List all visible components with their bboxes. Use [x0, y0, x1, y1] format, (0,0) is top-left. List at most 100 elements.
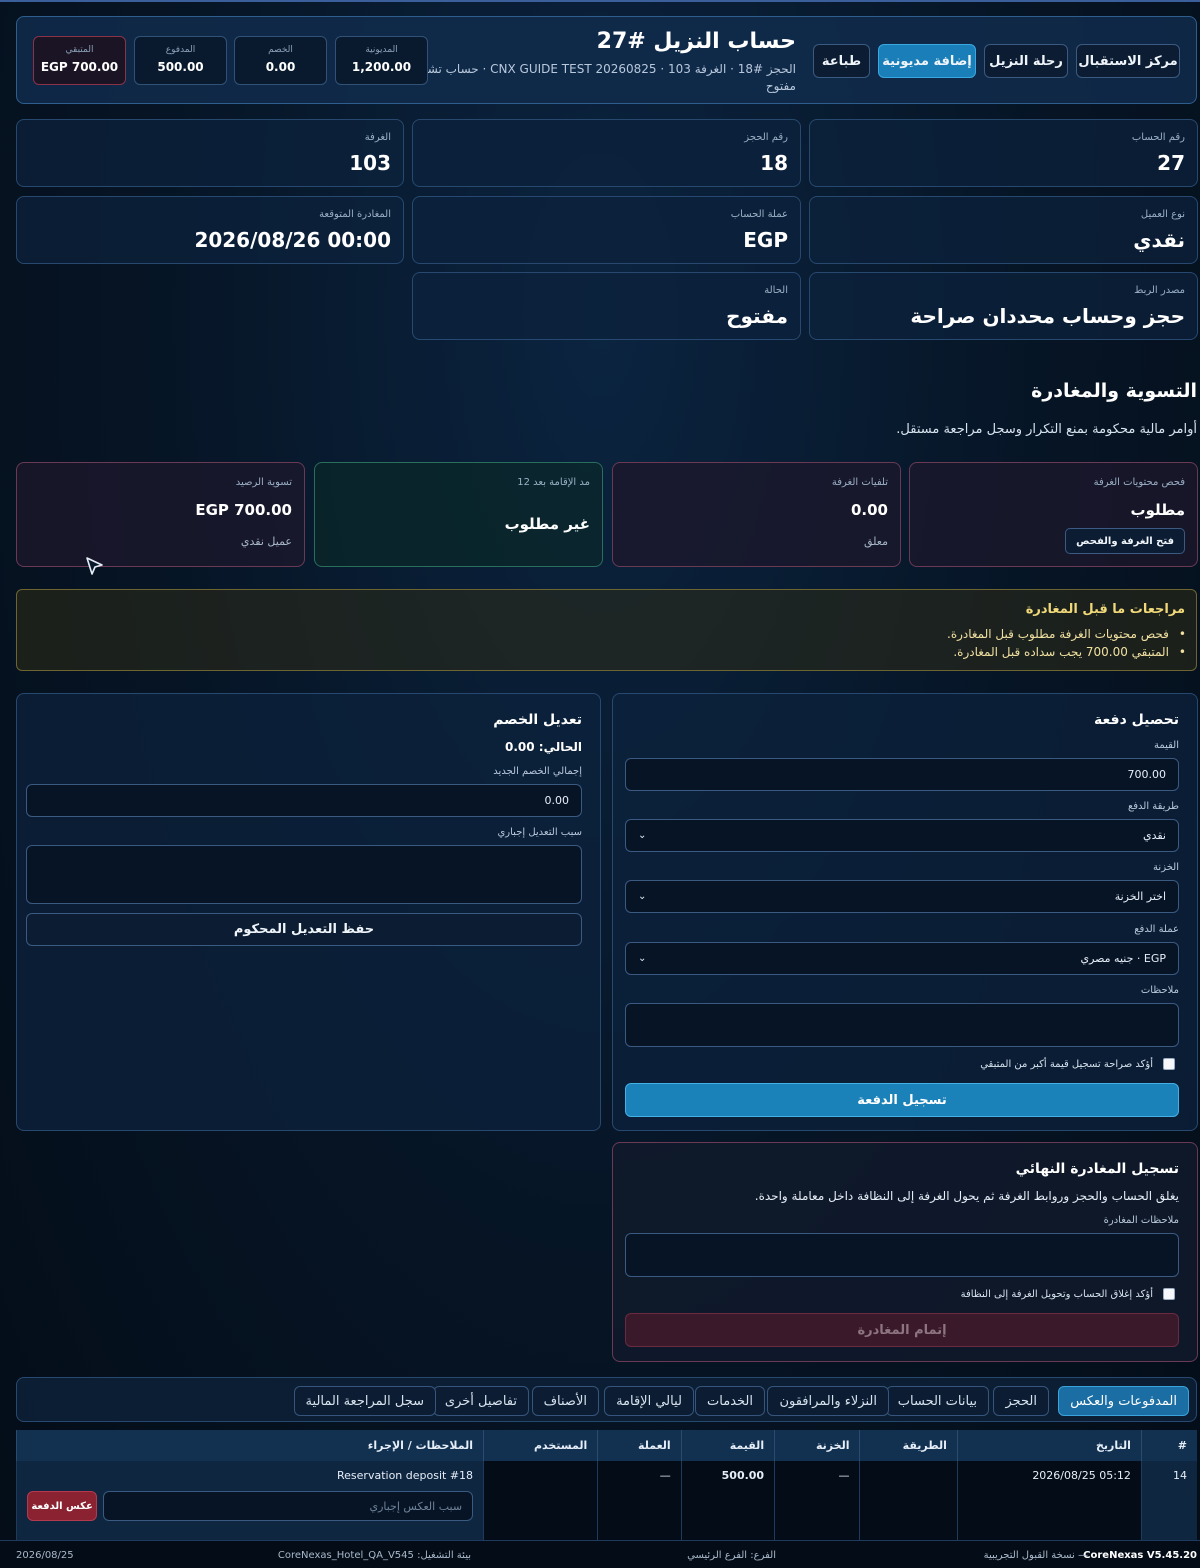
info-reservation-number: رقم الحجز 18 — [412, 119, 801, 187]
info-value: 103 — [349, 151, 391, 175]
overpay-confirm-checkbox[interactable]: أؤكد صراحة تسجيل قيمة أكبر من المتبقي — [980, 1058, 1175, 1070]
pre-departure-warnings: مراجعات ما قبل المغادرة فحص محتويات الغر… — [16, 589, 1197, 671]
mouse-cursor-icon — [86, 557, 103, 575]
tab-reservation[interactable]: الحجز — [993, 1386, 1049, 1416]
tab-account-data[interactable]: بيانات الحساب — [885, 1386, 989, 1416]
footer-branch: الفرع: الفرع الرئيسي — [687, 1550, 776, 1561]
card-value: 0.00 — [850, 501, 888, 519]
reception-center-button[interactable]: مركز الاستقبال — [1076, 44, 1180, 78]
discount-title: تعديل الخصم — [493, 712, 582, 728]
info-value: حجز وحساب محددان صراحة — [910, 304, 1185, 328]
info-value: 27 — [1157, 151, 1185, 175]
info-label: رقم الحجز — [744, 132, 788, 143]
safe-label: الخزنة — [1153, 862, 1179, 873]
warnings-list: فحص محتويات الغرفة مطلوب قبل المغادرة. ا… — [947, 627, 1186, 663]
checkbox-box[interactable] — [1163, 1288, 1175, 1300]
tab-bar: المدفوعات والعكس الحجز بيانات الحساب الن… — [16, 1377, 1197, 1422]
row-note: Reservation deposit #18 — [337, 1469, 474, 1482]
stat-debt-label: المديونية — [365, 45, 398, 55]
table-header-row: # التاريخ الطريقة الخزنة القيمة العملة ا… — [15, 1430, 1197, 1461]
discount-reason-textarea[interactable] — [26, 845, 582, 904]
card-late-stay: مد الإقامة بعد 12 غير مطلوب — [314, 462, 603, 567]
tab-services[interactable]: الخدمات — [695, 1386, 765, 1416]
column-header: الملاحظات / الإجراء — [15, 1430, 484, 1461]
tab-items[interactable]: الأصناف — [531, 1386, 599, 1416]
column-header: الخزنة — [774, 1430, 860, 1461]
stat-remaining: المتبقي EGP 700.00 — [33, 36, 126, 85]
stat-discount: الخصم 0.00 — [234, 36, 327, 85]
info-label: مصدر الربط — [1134, 285, 1185, 296]
card-label: مد الإقامة بعد 12 — [517, 477, 590, 488]
settlement-description: أوامر مالية محكومة بمنع التكرار وسجل مرا… — [896, 422, 1197, 437]
checkout-confirm-checkbox[interactable]: أؤكد إغلاق الحساب وتحويل الغرفة إلى النظ… — [961, 1288, 1175, 1300]
card-value: مطلوب — [1130, 501, 1186, 519]
info-value: نقدي — [1133, 228, 1185, 252]
tab-stay-nights[interactable]: ليالي الإقامة — [604, 1386, 694, 1416]
card-sub: عميل نقدي — [240, 535, 292, 548]
info-label: المغادرة المتوقعة — [319, 209, 391, 220]
info-label: الغرفة — [364, 132, 391, 143]
add-debt-button[interactable]: إضافة مديونية — [878, 44, 976, 78]
method-label: طريقة الدفع — [1127, 801, 1179, 812]
footer: CoreNexas V5.45.20 — نسخة القبول التجريب… — [0, 1540, 1200, 1568]
final-checkout-form: تسجيل المغادرة النهائي يغلق الحساب والحج… — [612, 1142, 1198, 1362]
card-label: تسوية الرصيد — [235, 477, 292, 488]
column-header: القيمة — [680, 1430, 775, 1461]
warnings-title: مراجعات ما قبل المغادرة — [1025, 602, 1185, 617]
checkbox-box[interactable] — [1163, 1058, 1175, 1070]
reverse-reason-input[interactable]: سبب العكس إجباري — [103, 1491, 474, 1521]
stat-debt-value: 1,200.00 — [351, 60, 412, 74]
complete-checkout-button[interactable]: إتمام المغادرة — [625, 1313, 1179, 1347]
payment-title: تحصيل دفعة — [1094, 712, 1179, 728]
warning-item: فحص محتويات الغرفة مطلوب قبل المغادرة. — [947, 627, 1186, 641]
page-subtitle: الحجز #18 · الغرفة 103 · CNX GUIDE TEST … — [404, 62, 796, 76]
card-value: غير مطلوب — [504, 515, 590, 533]
tab-payments[interactable]: المدفوعات والعكس — [1058, 1386, 1189, 1416]
stat-paid: المدفوع 500.00 — [134, 36, 227, 85]
reverse-payment-button[interactable]: عكس الدفعة — [27, 1491, 98, 1521]
card-sub: معلق — [863, 535, 888, 548]
info-currency: عملة الحساب EGP — [412, 196, 801, 264]
column-header: الطريقة — [859, 1430, 958, 1461]
tab-other-details[interactable]: تفاصيل أخرى — [432, 1386, 529, 1416]
checkout-notes-label: ملاحظات المغادرة — [1103, 1215, 1179, 1226]
save-discount-button[interactable]: حفظ التعديل المحكوم — [26, 913, 582, 946]
checkout-notes-textarea[interactable] — [625, 1233, 1179, 1277]
payment-notes-textarea[interactable] — [625, 1003, 1179, 1047]
new-discount-input[interactable]: 0.00 — [26, 784, 582, 817]
footer-version: CoreNexas V5.45.20 — [1083, 1550, 1197, 1561]
checkout-description: يغلق الحساب والحجز وروابط الغرفة ثم يحول… — [754, 1189, 1179, 1203]
amount-input[interactable]: 700.00 — [625, 758, 1179, 791]
tab-financial-audit-log[interactable]: سجل المراجعة المالية — [293, 1386, 436, 1416]
card-room-inspection: فحص محتويات الغرفة مطلوب فتح الغرفة والف… — [909, 462, 1198, 567]
column-header: المستخدم — [483, 1430, 598, 1461]
stat-debt: المديونية 1,200.00 — [335, 36, 428, 85]
payment-currency-select[interactable]: EGP · جنيه مصري ⌄ — [625, 942, 1179, 975]
card-value: EGP 700.00 — [195, 501, 292, 519]
guest-journey-button[interactable]: رحلة النزيل — [984, 44, 1068, 78]
footer-edition: — نسخة القبول التجريبية — [983, 1550, 1088, 1561]
discount-form: تعديل الخصم الحالي: 0.00 إجمالي الخصم ال… — [16, 693, 601, 1131]
info-label: الحالة — [764, 285, 788, 296]
print-button[interactable]: طباعة — [813, 44, 870, 78]
card-balance-settlement: تسوية الرصيد EGP 700.00 عميل نقدي — [16, 462, 305, 567]
safe-value: اختر الخزنة — [1114, 890, 1166, 903]
info-client-type: نوع العميل نقدي — [809, 196, 1198, 264]
top-border — [0, 0, 1200, 2]
checkout-title: تسجيل المغادرة النهائي — [1015, 1161, 1179, 1177]
card-room-damages: تلفيات الغرفة 0.00 معلق — [612, 462, 901, 567]
tab-guests[interactable]: النزلاء والمرافقون — [767, 1386, 889, 1416]
footer-date: 2026/08/25 — [16, 1550, 74, 1561]
open-room-inspection-button[interactable]: فتح الغرفة والفحص — [1065, 528, 1185, 554]
info-link-source: مصدر الربط حجز وحساب محددان صراحة — [809, 272, 1198, 340]
footer-environment: بيئة التشغيل: CoreNexas_Hotel_QA_V545 — [277, 1550, 471, 1561]
payment-method-select[interactable]: نقدي ⌄ — [625, 819, 1179, 852]
info-label: عملة الحساب — [730, 209, 788, 220]
reverse-controls: سبب العكس إجباري عكس الدفعة — [27, 1491, 474, 1521]
info-state: الحالة مفتوح — [412, 272, 801, 340]
info-value: 18 — [760, 151, 788, 175]
payment-notes-label: ملاحظات — [1140, 985, 1179, 996]
record-payment-button[interactable]: تسجيل الدفعة — [625, 1083, 1179, 1117]
safe-select[interactable]: اختر الخزنة ⌄ — [625, 880, 1179, 913]
discount-current: الحالي: 0.00 — [504, 740, 582, 754]
